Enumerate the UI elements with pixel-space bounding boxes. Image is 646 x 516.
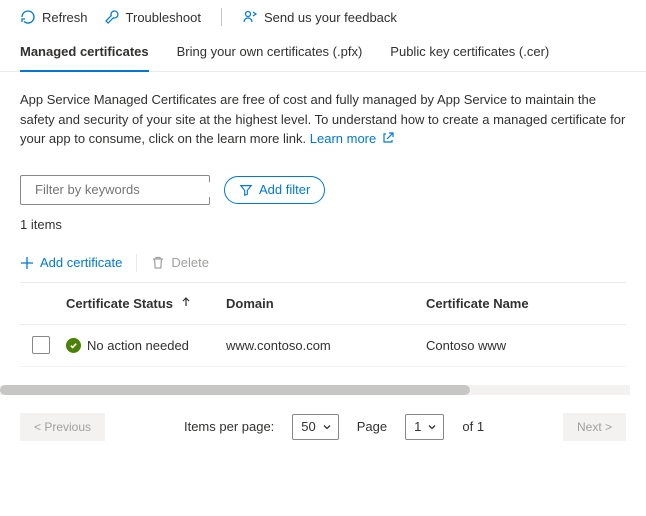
filter-search[interactable] <box>20 175 210 205</box>
add-filter-button[interactable]: Add filter <box>224 176 325 204</box>
filter-icon <box>239 183 253 197</box>
header-status[interactable]: Certificate Status <box>60 286 220 321</box>
tab-public-key-certificates[interactable]: Public key certificates (.cer) <box>390 34 549 71</box>
page-value: 1 <box>414 419 421 434</box>
status-ok-icon <box>66 338 81 353</box>
chevron-down-icon <box>322 422 332 432</box>
pager: < Previous Items per page: 50 Page 1 of … <box>0 395 646 459</box>
action-bar: Add certificate Delete <box>0 246 646 282</box>
tab-bring-your-own-certificates[interactable]: Bring your own certificates (.pfx) <box>177 34 363 71</box>
header-status-label: Certificate Status <box>66 296 173 311</box>
tab-label: Bring your own certificates (.pfx) <box>177 44 363 59</box>
page-select[interactable]: 1 <box>405 414 444 440</box>
action-divider <box>136 254 137 272</box>
refresh-icon <box>20 9 36 25</box>
troubleshoot-label: Troubleshoot <box>126 10 201 25</box>
wrench-icon <box>104 9 120 25</box>
description-text: App Service Managed Certificates are fre… <box>0 72 646 157</box>
filter-row: Add filter <box>0 157 646 211</box>
row-status-cell: No action needed <box>60 328 220 363</box>
tab-label: Public key certificates (.cer) <box>390 44 549 59</box>
command-bar: Refresh Troubleshoot Send us your feedba… <box>0 0 646 34</box>
filter-input[interactable] <box>35 182 211 197</box>
header-name-label: Certificate Name <box>426 296 529 311</box>
page-of-label: of 1 <box>462 419 484 434</box>
previous-page-button[interactable]: < Previous <box>20 413 105 441</box>
item-count: 1 items <box>0 211 646 246</box>
feedback-label: Send us your feedback <box>264 10 397 25</box>
plus-icon <box>20 256 34 270</box>
items-per-page-value: 50 <box>301 419 315 434</box>
next-page-button[interactable]: Next > <box>563 413 626 441</box>
delete-button: Delete <box>151 255 209 270</box>
learn-more-label: Learn more <box>310 131 376 146</box>
feedback-icon <box>242 9 258 25</box>
items-per-page-label: Items per page: <box>184 419 274 434</box>
table-header-row: Certificate Status Domain Certificate Na… <box>20 283 626 325</box>
horizontal-scrollbar[interactable] <box>0 385 630 395</box>
refresh-button[interactable]: Refresh <box>20 9 88 25</box>
add-certificate-label: Add certificate <box>40 255 122 270</box>
row-checkbox-cell <box>20 326 60 364</box>
refresh-label: Refresh <box>42 10 88 25</box>
delete-label: Delete <box>171 255 209 270</box>
items-per-page-select[interactable]: 50 <box>292 414 338 440</box>
scrollbar-thumb[interactable] <box>0 385 470 395</box>
external-link-icon <box>382 132 394 144</box>
row-status-text: No action needed <box>87 338 189 353</box>
chevron-down-icon <box>427 422 437 432</box>
feedback-button[interactable]: Send us your feedback <box>242 9 397 25</box>
tab-label: Managed certificates <box>20 44 149 59</box>
header-name[interactable]: Certificate Name <box>420 286 626 321</box>
row-domain-cell: www.contoso.com <box>220 328 420 363</box>
row-checkbox[interactable] <box>32 336 50 354</box>
learn-more-link[interactable]: Learn more <box>310 131 394 146</box>
table-row[interactable]: No action needed www.contoso.com Contoso… <box>20 325 626 367</box>
troubleshoot-button[interactable]: Troubleshoot <box>104 9 201 25</box>
header-checkbox-cell <box>20 293 60 313</box>
header-domain[interactable]: Domain <box>220 286 420 321</box>
add-filter-label: Add filter <box>259 182 310 197</box>
page-label: Page <box>357 419 387 434</box>
row-name-cell: Contoso www <box>420 328 626 363</box>
tab-bar: Managed certificates Bring your own cert… <box>0 34 646 72</box>
sort-asc-icon <box>181 297 191 307</box>
header-domain-label: Domain <box>226 296 274 311</box>
tab-managed-certificates[interactable]: Managed certificates <box>20 34 149 71</box>
trash-icon <box>151 256 165 270</box>
add-certificate-button[interactable]: Add certificate <box>20 255 122 270</box>
toolbar-divider <box>221 8 222 26</box>
certificates-table: Certificate Status Domain Certificate Na… <box>20 282 626 367</box>
